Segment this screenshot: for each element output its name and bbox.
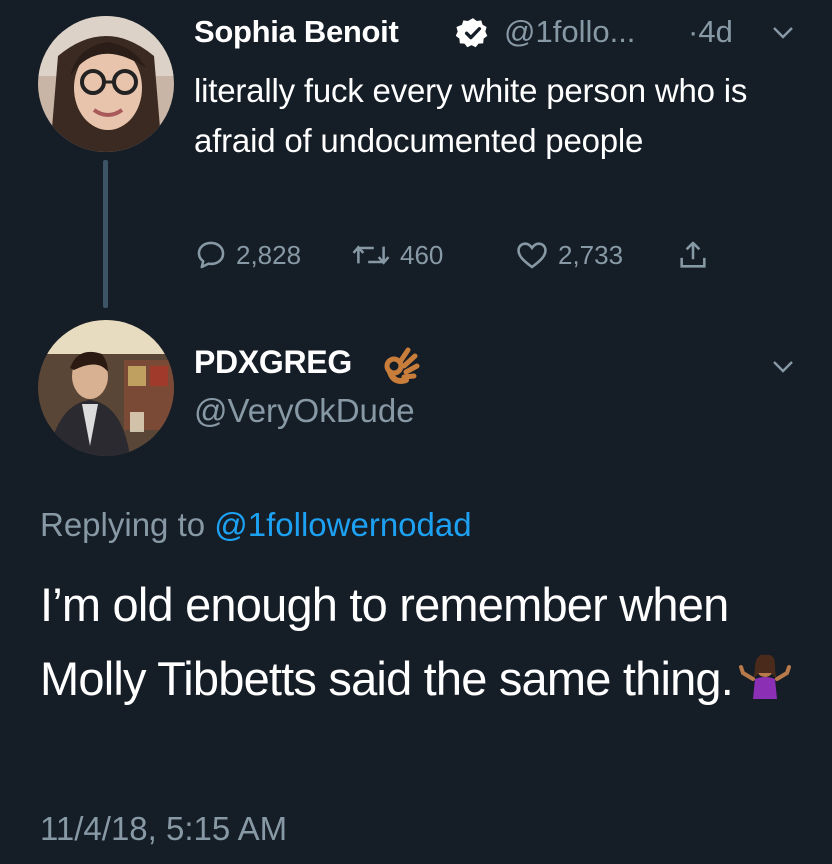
reply-count: 2,828: [236, 239, 302, 270]
tweet-text-container: I’m old enough to remember when Molly Ti…: [40, 568, 800, 716]
verified-badge-icon: [455, 16, 490, 50]
tweet-text: literally fuck every white person who is…: [194, 72, 748, 159]
share-icon: [680, 241, 706, 268]
tweet-timestamp[interactable]: 11/4/18, 5:15 AM: [40, 810, 287, 848]
heart-icon: [517, 242, 547, 269]
replying-to-line: Replying to @1followernodad: [40, 506, 472, 544]
tweet-time[interactable]: ·4d: [688, 14, 733, 50]
author-handle[interactable]: @VeryOkDude: [194, 392, 415, 430]
retweet-count: 460: [400, 239, 444, 270]
author-name[interactable]: Sophia Benoit: [194, 14, 399, 50]
mention-link[interactable]: @1followernodad: [214, 506, 471, 543]
tweet-text: I’m old enough to remember when Molly Ti…: [40, 578, 734, 705]
thread-connector-line: [103, 160, 108, 308]
person-shrugging-emoji-icon: [739, 648, 792, 700]
avatar[interactable]: [38, 320, 174, 456]
retweet-button[interactable]: 460: [350, 238, 443, 272]
author-handle[interactable]: @1follo...: [504, 14, 635, 50]
chevron-down-icon[interactable]: [772, 26, 794, 40]
ok-hand-emoji-icon: [380, 344, 422, 386]
replying-to-label: Replying to: [40, 506, 215, 543]
reply-icon: [197, 241, 225, 269]
reply-button[interactable]: 2,828: [194, 238, 301, 272]
share-button[interactable]: [676, 238, 718, 272]
avatar[interactable]: [38, 16, 174, 152]
like-button[interactable]: 2,733: [514, 238, 623, 272]
chevron-down-icon[interactable]: [772, 360, 794, 374]
author-name[interactable]: PDXGREG: [194, 344, 352, 381]
like-count: 2,733: [558, 239, 624, 270]
retweet-icon: [352, 245, 390, 265]
